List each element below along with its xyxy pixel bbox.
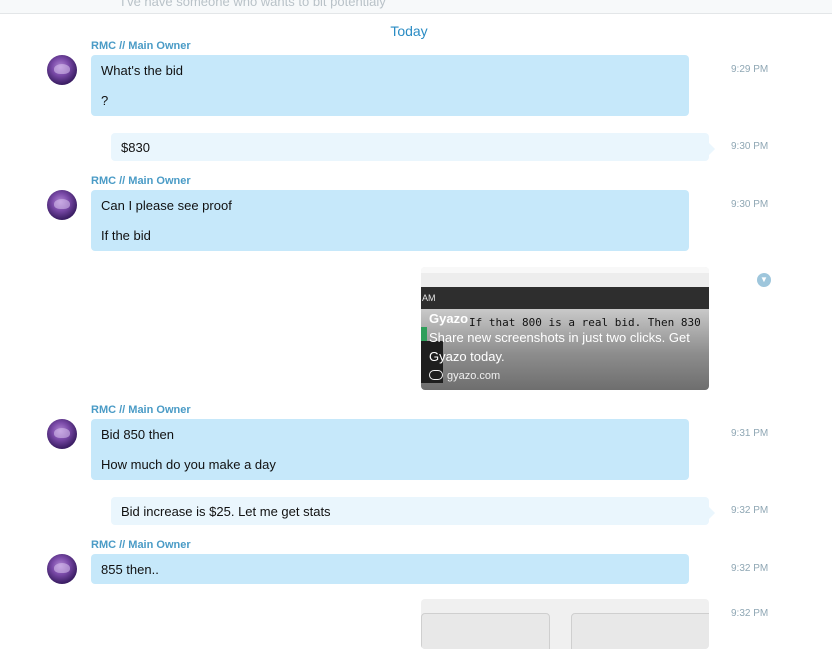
previous-message-cutoff: I've have someone who wants to bit poten… <box>0 0 832 14</box>
card-host[interactable]: gyazo.com <box>429 370 500 382</box>
message-text: Can I please see proof <box>101 198 232 213</box>
date-separator: Today <box>390 23 428 39</box>
avatar[interactable] <box>47 55 77 85</box>
message-bubble-outgoing[interactable]: $830 <box>111 133 715 161</box>
message-text: What's the bid <box>101 63 183 78</box>
sender-name[interactable]: RMC // Main Owner <box>91 175 191 187</box>
chevron-down-icon[interactable]: ▼ <box>757 273 771 287</box>
avatar[interactable] <box>47 190 77 220</box>
card-preview-bar <box>421 287 709 309</box>
card-preview-panel <box>421 613 550 649</box>
card-description: Share new screenshots in just two clicks… <box>429 330 690 364</box>
card-host-text: gyazo.com <box>447 370 501 382</box>
message-timestamp: 9:31 PM <box>731 428 769 439</box>
message-text: ? <box>101 93 109 108</box>
message-text: How much do you make a day <box>101 457 276 472</box>
card-preview-top <box>421 267 709 273</box>
card-preview-accent <box>421 327 427 341</box>
cloud-icon <box>429 370 443 380</box>
previous-message-text: I've have someone who wants to bit poten… <box>121 0 386 9</box>
message-bubble-outgoing[interactable]: Bid increase is $25. Let me get stats <box>111 497 715 525</box>
message-bubble[interactable]: 855 then.. <box>91 554 689 584</box>
message-bubble[interactable]: What's the bid ? <box>91 55 689 116</box>
sender-name[interactable]: RMC // Main Owner <box>91 404 191 416</box>
link-preview-card[interactable]: AM If that 800 is a real bid. Then 830 G… <box>421 267 709 390</box>
message-text: Bid 850 then <box>101 427 175 442</box>
message-timestamp: 9:30 PM <box>731 199 769 210</box>
message-text: If the bid <box>101 228 151 243</box>
card-preview-time: AM <box>422 293 436 303</box>
message-timestamp: 9:32 PM <box>731 608 769 619</box>
message-text: Bid increase is $25. Let me get stats <box>121 504 331 519</box>
avatar[interactable] <box>47 419 77 449</box>
avatar[interactable] <box>47 554 77 584</box>
message-timestamp: 9:32 PM <box>731 505 769 516</box>
sender-name[interactable]: RMC // Main Owner <box>91 539 191 551</box>
message-timestamp: 9:29 PM <box>731 64 769 75</box>
sender-name[interactable]: RMC // Main Owner <box>91 40 191 52</box>
message-text: 855 then.. <box>101 562 159 577</box>
card-brand: Gyazo <box>429 311 469 326</box>
message-text: $830 <box>121 140 150 155</box>
message-bubble[interactable]: Can I please see proof If the bid <box>91 190 689 251</box>
message-timestamp: 9:32 PM <box>731 563 769 574</box>
message-timestamp: 9:30 PM <box>731 141 769 152</box>
card-preview-panel <box>571 613 709 649</box>
message-bubble[interactable]: Bid 850 then How much do you make a day <box>91 419 689 480</box>
